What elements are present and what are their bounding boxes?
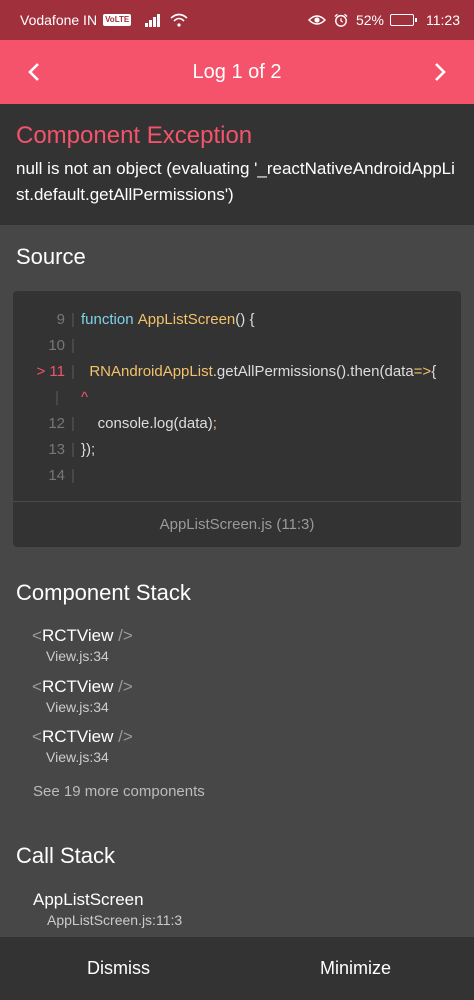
code-function: AppListScreen bbox=[137, 311, 236, 328]
component-file: View.js:34 bbox=[46, 648, 109, 664]
line-number: 12 bbox=[48, 415, 65, 432]
carrier-label: Vodafone IN bbox=[20, 12, 98, 28]
code-text: .getAllPermissions().then(data bbox=[212, 363, 414, 380]
tag-open: < bbox=[32, 626, 42, 645]
exception-title: Component Exception bbox=[16, 122, 253, 149]
line-number: 14 bbox=[48, 467, 65, 484]
minimize-button[interactable]: Minimize bbox=[237, 937, 474, 1000]
code-line-caret: | ^ bbox=[13, 385, 461, 411]
alarm-icon bbox=[334, 13, 348, 27]
component-stack-item[interactable]: <RCTView /> View.js:34 bbox=[32, 625, 432, 665]
code-line-highlighted: > 11 | RNAndroidAppList .getAllPermissions… bbox=[13, 359, 461, 385]
component-file: View.js:34 bbox=[46, 699, 109, 715]
status-bar: Vodafone IN VoLTE 52% 11:23 bbox=[0, 0, 474, 40]
error-caret: ^ bbox=[81, 389, 89, 406]
clock: 11:23 bbox=[426, 12, 460, 28]
volte-badge: VoLTE bbox=[103, 14, 132, 26]
code-identifier: RNAndroidAppList bbox=[89, 363, 213, 380]
exception-panel: Component Exception null is not an objec… bbox=[0, 104, 474, 225]
code-block: 9 | function AppListScreen() { 10 | > 11 | … bbox=[13, 291, 461, 489]
call-stack-title: Call Stack bbox=[16, 843, 116, 868]
component-file: View.js:34 bbox=[46, 749, 109, 765]
line-number: 9 bbox=[56, 311, 65, 328]
line-number: 10 bbox=[48, 337, 65, 354]
component-name: RCTView bbox=[41, 677, 114, 696]
code-line: 13 | }); bbox=[13, 437, 461, 463]
code-line: 10 | bbox=[13, 333, 461, 359]
code-text: console.log(data) bbox=[81, 415, 213, 432]
line-number-error: > 11 bbox=[36, 363, 66, 380]
component-stack-item[interactable]: <RCTView /> View.js:34 bbox=[32, 726, 432, 766]
log-header: Log 1 of 2 bbox=[0, 40, 474, 104]
see-more-components-link[interactable]: See 19 more components bbox=[33, 783, 205, 800]
footer-bar: Dismiss Minimize bbox=[0, 937, 474, 1000]
line-number: 13 bbox=[48, 441, 65, 458]
tag-close: /> bbox=[113, 727, 133, 746]
code-line: 14 | bbox=[13, 463, 461, 489]
code-text: }); bbox=[81, 441, 96, 458]
code-line: 12 | console.log(data); bbox=[13, 411, 461, 437]
source-title: Source bbox=[16, 244, 86, 269]
call-stack-item[interactable]: AppListScreen AppListScreen.js:11:3 bbox=[33, 889, 182, 929]
next-log-button[interactable] bbox=[408, 40, 472, 104]
component-stack-item[interactable]: <RCTView /> View.js:34 bbox=[32, 676, 432, 716]
chevron-left-icon bbox=[28, 63, 39, 81]
eye-icon bbox=[307, 15, 326, 25]
source-file-location[interactable]: AppListScreen.js (11:3) bbox=[13, 501, 461, 547]
code-keyword: function bbox=[81, 311, 138, 328]
exception-message: null is not an object (evaluating '_reac… bbox=[16, 159, 455, 204]
component-stack-title: Component Stack bbox=[16, 580, 191, 605]
chevron-right-icon bbox=[435, 63, 446, 81]
battery-percent: 52% bbox=[355, 12, 384, 28]
code-text: { bbox=[431, 363, 437, 380]
previous-log-button[interactable] bbox=[2, 40, 66, 104]
wifi-icon bbox=[170, 13, 188, 27]
signal-icon bbox=[145, 13, 161, 27]
code-text: () { bbox=[235, 311, 255, 328]
code-semicolon: ; bbox=[212, 415, 217, 432]
component-name: RCTView bbox=[41, 727, 114, 746]
battery-icon bbox=[390, 14, 417, 26]
tag-open: < bbox=[32, 727, 42, 746]
tag-open: < bbox=[32, 677, 42, 696]
component-name: RCTView bbox=[41, 626, 114, 645]
code-line: 9 | function AppListScreen() { bbox=[13, 307, 461, 333]
log-counter: Log 1 of 2 bbox=[192, 60, 282, 83]
code-arrow: => bbox=[413, 363, 432, 380]
tag-close: /> bbox=[113, 677, 133, 696]
call-file: AppListScreen.js:11:3 bbox=[47, 912, 183, 928]
dismiss-button[interactable]: Dismiss bbox=[0, 937, 237, 1000]
source-code-frame: 9 | function AppListScreen() { 10 | > 11 | … bbox=[13, 291, 461, 547]
call-function-name: AppListScreen bbox=[33, 890, 144, 909]
tag-close: /> bbox=[113, 626, 133, 645]
